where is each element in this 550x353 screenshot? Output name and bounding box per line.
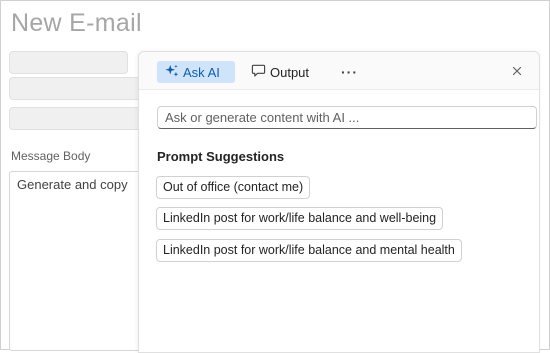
subject-field[interactable] <box>9 107 151 130</box>
tab-ask-ai-label: Ask AI <box>183 64 220 80</box>
close-icon[interactable] <box>509 63 525 79</box>
suggestion-chip-out-of-office[interactable]: Out of office (contact me) <box>156 176 311 199</box>
page-title: New E-mail <box>11 9 142 37</box>
cc-field[interactable] <box>9 77 151 100</box>
ai-assistant-panel: Ask AI Output ··· Prompt Suggestions Out… <box>138 51 540 353</box>
tab-output[interactable]: Output <box>251 61 309 83</box>
to-field[interactable] <box>9 51 128 74</box>
more-options-button[interactable]: ··· <box>341 61 358 83</box>
prompt-suggestions-title: Prompt Suggestions <box>157 149 285 164</box>
chat-bubble-icon <box>251 63 266 81</box>
suggestion-chip-mental-health[interactable]: LinkedIn post for work/life balance and … <box>156 239 462 262</box>
suggestion-chip-well-being[interactable]: LinkedIn post for work/life balance and … <box>156 207 444 230</box>
tab-ask-ai[interactable]: Ask AI <box>157 61 235 83</box>
email-window: New E-mail Message Body Generate and cop… <box>0 0 550 353</box>
message-body-text: Generate and copy <box>17 177 128 192</box>
sparkle-icon <box>165 64 179 81</box>
message-body-label: Message Body <box>11 149 91 163</box>
tab-output-label: Output <box>270 64 310 80</box>
panel-header: Ask AI Output ··· <box>139 52 539 90</box>
ask-ai-input[interactable] <box>157 106 537 129</box>
